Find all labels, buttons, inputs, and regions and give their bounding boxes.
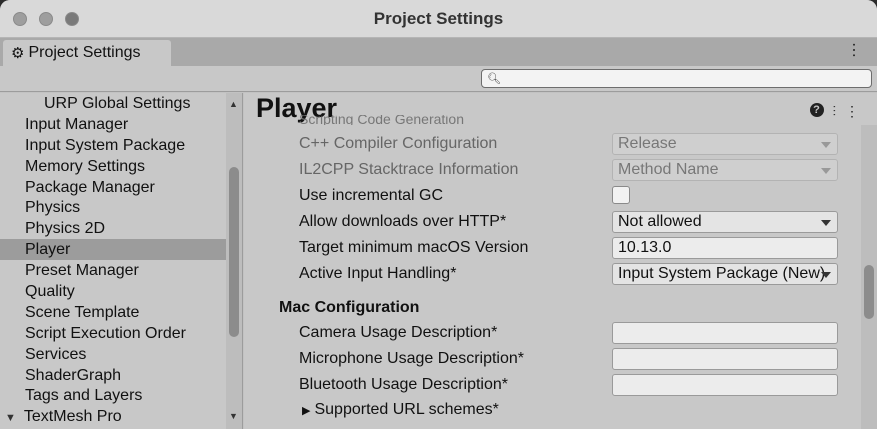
setting-label: Active Input Handling* xyxy=(299,265,457,282)
setting-label: Bluetooth Usage Description* xyxy=(299,376,509,393)
sidebar-item-tags-and-layers[interactable]: Tags and Layers xyxy=(0,385,242,406)
header-icons: ? ⫶ ⋮ xyxy=(809,103,859,120)
search-input[interactable] xyxy=(503,71,871,86)
setting-label: Camera Usage Description* xyxy=(299,324,498,341)
search-bar: 🔍︎ xyxy=(0,66,877,92)
sidebar-item-services[interactable]: Services xyxy=(0,344,242,365)
min-macos-version-field[interactable]: 10.13.0 xyxy=(612,237,838,259)
setting-label: Allow downloads over HTTP* xyxy=(299,213,507,230)
sidebar-item-scene-template[interactable]: Scene Template xyxy=(0,302,242,323)
help-icon[interactable]: ? xyxy=(809,103,824,117)
settings-scrollbar[interactable] xyxy=(861,125,877,429)
setting-row-camera-usage: Camera Usage Description* xyxy=(299,322,839,346)
more-options-icon[interactable]: ⋮ xyxy=(845,103,859,120)
setting-label: Use incremental GC xyxy=(299,187,444,204)
cutoff-setting-label: Scripting Code Generation xyxy=(299,115,464,125)
setting-row-active-input: Active Input Handling* Input System Pack… xyxy=(299,263,839,287)
sidebar-item-script-execution-order[interactable]: Script Execution Order xyxy=(0,323,242,344)
settings-panel: Player ? ⫶ ⋮ Scripting Code Generation C… xyxy=(244,93,877,429)
foldout-triangle-icon[interactable]: ▶ xyxy=(302,405,310,417)
supported-url-schemes-foldout[interactable]: ▶ Supported URL schemes* xyxy=(302,401,499,419)
setting-row-microphone-usage: Microphone Usage Description* xyxy=(299,348,839,372)
il2cpp-stacktrace-dropdown[interactable]: Method Name xyxy=(612,159,838,181)
camera-usage-field[interactable] xyxy=(612,322,838,344)
setting-row-min-macos: Target minimum macOS Version 10.13.0 xyxy=(299,237,839,261)
gear-icon: ⚙ xyxy=(11,45,25,62)
section-title-mac-configuration: Mac Configuration xyxy=(279,299,420,316)
sidebar-item-textmesh-pro[interactable]: ▼ TextMesh Pro xyxy=(0,406,242,427)
sidebar-item-input-system-package[interactable]: Input System Package xyxy=(0,135,242,156)
scroll-down-icon[interactable]: ▼ xyxy=(229,411,238,421)
setting-label: Target minimum macOS Version xyxy=(299,239,529,256)
search-icon: 🔍︎ xyxy=(487,73,501,85)
microphone-usage-field[interactable] xyxy=(612,348,838,370)
scroll-up-icon[interactable]: ▲ xyxy=(229,99,238,109)
project-settings-window: Project Settings ⚙ Project Settings ⋯ 🔍︎… xyxy=(0,0,877,429)
setting-row-allow-http: Allow downloads over HTTP* Not allowed xyxy=(299,211,839,235)
incremental-gc-checkbox[interactable] xyxy=(612,186,630,204)
sidebar-item-label: TextMesh Pro xyxy=(23,408,122,426)
foldout-label: Supported URL schemes* xyxy=(314,401,499,418)
setting-row-cpp-compiler: C++ Compiler Configuration Release xyxy=(299,133,839,157)
sidebar-scrollbar-thumb[interactable] xyxy=(229,167,239,337)
setting-label: Microphone Usage Description* xyxy=(299,350,524,367)
sidebar-item-physics-2d[interactable]: Physics 2D xyxy=(0,218,242,239)
expand-triangle-icon[interactable]: ▼ xyxy=(5,412,16,424)
bluetooth-usage-field[interactable] xyxy=(612,374,838,396)
search-box[interactable]: 🔍︎ xyxy=(481,69,872,88)
sidebar-item-preset-manager[interactable]: Preset Manager xyxy=(0,260,242,281)
sidebar-item-player[interactable]: Player xyxy=(0,239,242,261)
sidebar-item-physics[interactable]: Physics xyxy=(0,197,242,218)
sidebar-item-quality[interactable]: Quality xyxy=(0,281,242,302)
sidebar-scrollbar[interactable]: ▲ ▼ xyxy=(226,93,242,429)
cpp-compiler-dropdown[interactable]: Release xyxy=(612,133,838,155)
sidebar-item-urp-global-settings[interactable]: URP Global Settings xyxy=(0,93,242,114)
setting-row-bluetooth-usage: Bluetooth Usage Description* xyxy=(299,374,839,398)
sidebar-item-input-manager[interactable]: Input Manager xyxy=(0,114,242,135)
active-input-handling-dropdown[interactable]: Input System Package (New) xyxy=(612,263,838,285)
setting-label: IL2CPP Stacktrace Information xyxy=(299,161,519,178)
sidebar-item-shadergraph[interactable]: ShaderGraph xyxy=(0,365,242,386)
more-options-icon[interactable]: ⋯ xyxy=(844,42,863,55)
tab-bar: ⚙ Project Settings ⋯ xyxy=(0,38,877,66)
tab-project-settings[interactable]: ⚙ Project Settings xyxy=(3,40,171,66)
settings-scrollbar-thumb[interactable] xyxy=(864,265,874,319)
preset-sliders-icon[interactable]: ⫶ xyxy=(833,103,837,120)
sidebar-item-package-manager[interactable]: Package Manager xyxy=(0,177,242,198)
allow-http-dropdown[interactable]: Not allowed xyxy=(612,211,838,233)
sidebar-item-memory-settings[interactable]: Memory Settings xyxy=(0,156,242,177)
title-bar: Project Settings xyxy=(0,0,877,38)
setting-row-incremental-gc: Use incremental GC xyxy=(299,185,839,209)
setting-row-il2cpp-stacktrace: IL2CPP Stacktrace Information Method Nam… xyxy=(299,159,839,183)
settings-sidebar: URP Global Settings Input Manager Input … xyxy=(0,93,243,429)
window-title: Project Settings xyxy=(373,9,504,28)
tab-label: Project Settings xyxy=(28,44,141,61)
setting-label: C++ Compiler Configuration xyxy=(299,135,498,152)
